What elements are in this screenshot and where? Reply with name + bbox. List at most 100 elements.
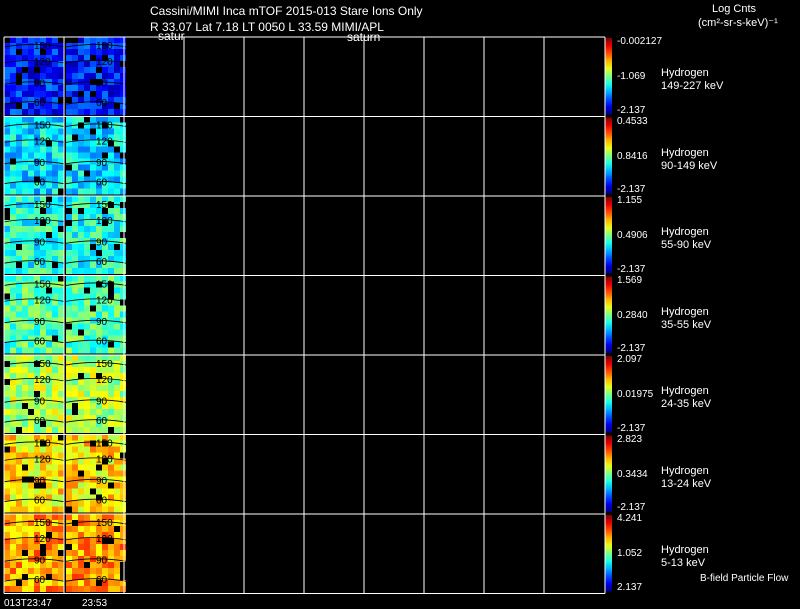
spectrogram-pixel <box>16 61 22 67</box>
colorbar <box>605 197 612 274</box>
colorbar <box>605 276 612 353</box>
spectrogram-pixel <box>58 85 64 91</box>
spectrogram-pixel <box>4 250 10 256</box>
spectrogram-pixel <box>46 385 52 391</box>
spectrogram-pixel <box>102 586 108 592</box>
spectrogram-pixel <box>46 226 52 232</box>
spectrogram-pixel <box>66 568 72 574</box>
spectrogram-pixel <box>84 488 90 495</box>
spectrogram-pixel <box>58 97 64 103</box>
spectrogram-pixel <box>4 293 10 300</box>
spectrogram-pixel <box>52 500 58 507</box>
spectrogram-pixel <box>120 208 126 214</box>
spectrogram-pixel <box>66 494 72 501</box>
spectrogram-pixel <box>4 568 10 574</box>
spectrogram-pixel <box>114 452 120 459</box>
spectrogram-pixel <box>16 580 22 586</box>
spectrogram-pixel <box>66 85 72 91</box>
spectrogram-pixel <box>52 397 58 403</box>
spectrogram-pixel <box>84 391 90 397</box>
spectrogram-pixel <box>52 134 58 141</box>
spectrogram-pixel <box>114 335 120 342</box>
spectrogram-pixel <box>114 158 120 165</box>
spectrogram-pixel <box>84 67 90 73</box>
spectrogram-pixel <box>72 526 78 532</box>
spectrogram-pixel <box>52 73 58 79</box>
spectrogram-pixel <box>90 464 96 471</box>
spectrogram-pixel <box>10 305 16 312</box>
spectrogram-pixel <box>72 391 78 397</box>
spectrogram-pixel <box>78 202 84 208</box>
spectrogram-pixel <box>84 520 90 526</box>
spectrogram-pixel <box>84 196 90 202</box>
spectrogram-pixel <box>34 226 40 232</box>
spectrogram-pixel <box>66 391 72 397</box>
spectrogram-pixel <box>72 403 78 409</box>
spectrogram-pixel <box>22 341 28 348</box>
spectrogram-pixel <box>16 355 22 361</box>
spectrogram-pixel <box>78 232 84 238</box>
spectrogram-pixel <box>4 403 10 409</box>
spectrogram-pixel <box>72 182 78 189</box>
spectrogram-pixel <box>102 568 108 574</box>
spectrogram-pixel <box>114 305 120 312</box>
spectrogram-pixel <box>72 446 78 453</box>
spectrogram-pixel <box>120 409 126 415</box>
spectrogram-pixel <box>84 152 90 159</box>
pitch-angle-label: 90 <box>96 555 108 566</box>
spectrogram-pixel <box>108 562 114 568</box>
spectrogram-pixel <box>114 214 120 220</box>
spectrogram-pixel <box>4 532 10 538</box>
spectrogram-pixel <box>120 196 126 202</box>
spectrogram-pixel <box>66 256 72 262</box>
spectrogram-pixel <box>78 458 84 465</box>
spectrogram-pixel <box>52 347 58 354</box>
spectrogram-pixel <box>10 385 16 391</box>
spectrogram-pixel <box>66 293 72 300</box>
pitch-angle-label: 120 <box>34 136 51 147</box>
pitch-angle-label: 120 <box>96 216 113 227</box>
spectrogram-pixel <box>4 97 10 103</box>
spectrogram-pixel <box>114 476 120 483</box>
spectrogram-pixel <box>40 385 46 391</box>
spectrogram-pixel <box>58 152 64 159</box>
spectrogram-pixel <box>84 85 90 91</box>
spectrogram-pixel <box>28 568 34 574</box>
spectrogram-pixel <box>114 196 120 202</box>
spectrogram-pixel <box>40 268 46 274</box>
spectrogram-pixel <box>102 347 108 354</box>
spectrogram-pixel <box>120 550 126 556</box>
spectrogram-pixel <box>66 97 72 103</box>
spectrogram-pixel <box>4 373 10 379</box>
spectrogram-pixel <box>16 188 22 195</box>
spectrogram-pixel <box>114 103 120 109</box>
spectrogram-pixel <box>120 73 126 79</box>
spectrogram-pixel <box>52 152 58 159</box>
spectrogram-pixel <box>10 421 16 427</box>
spectrogram-pixel <box>120 355 126 361</box>
spectrogram-pixel <box>114 262 120 268</box>
spectrogram-pixel <box>102 67 108 73</box>
spectrogram-pixel <box>16 532 22 538</box>
spectrogram-pixel <box>72 85 78 91</box>
spectrogram-pixel <box>72 367 78 373</box>
spectrogram-pixel <box>4 232 10 238</box>
spectrogram-pixel <box>78 520 84 526</box>
spectrogram-pixel <box>120 164 126 171</box>
spectrogram-pixel <box>78 146 84 153</box>
spectrogram-pixel <box>84 188 90 195</box>
spectrogram-pixel <box>22 544 28 550</box>
spectrogram-pixel <box>120 250 126 256</box>
spectrogram-pixel <box>4 146 10 153</box>
spectrogram-pixel <box>114 146 120 153</box>
spectrogram-pixel <box>58 244 64 250</box>
spectrogram-pixel <box>78 373 84 379</box>
spectrogram-pixel <box>114 421 120 427</box>
spectrogram-pixel <box>34 329 40 336</box>
channel-energy-range: 90-149 keV <box>661 159 718 172</box>
spectrogram-pixel <box>10 452 16 459</box>
spectrogram-pixel <box>10 341 16 348</box>
spectrogram-pixel <box>4 275 10 282</box>
spectrogram-pixel <box>114 256 120 262</box>
colorbar-mid-value: 0.3434 <box>617 468 648 480</box>
